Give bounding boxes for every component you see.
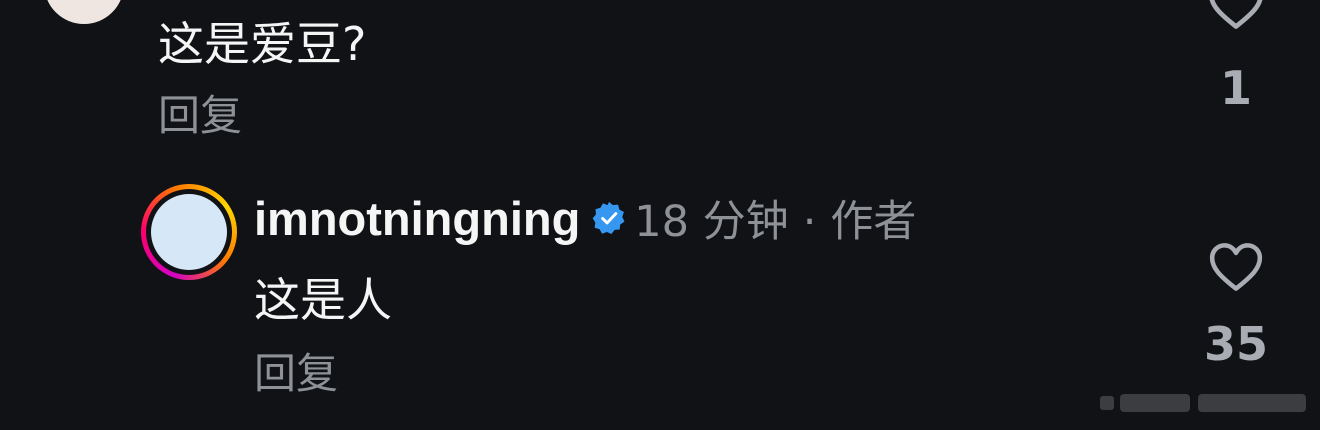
heart-outline-icon[interactable] xyxy=(1208,242,1264,292)
heart-outline-icon[interactable] xyxy=(1206,0,1266,30)
story-ring-avatar[interactable] xyxy=(141,184,237,280)
commenter-avatar[interactable] xyxy=(44,0,124,24)
meta-separator: · xyxy=(802,197,817,247)
like-count: 1 xyxy=(1219,61,1252,115)
like-count: 35 xyxy=(1203,317,1268,371)
comment-time: 18 分钟 xyxy=(634,197,789,247)
comment-text: 这是人 xyxy=(254,273,392,327)
reply-button[interactable]: 回复 xyxy=(158,88,242,144)
avatar xyxy=(151,194,227,270)
comment-header: imnotningning 18 分钟 · 作者 xyxy=(254,186,916,250)
avatar-ring-gap xyxy=(146,189,232,275)
username-link[interactable]: imnotningning xyxy=(254,191,580,246)
comment-meta: 18 分钟 · 作者 xyxy=(634,187,916,249)
comment-text: 这是爱豆? xyxy=(158,17,367,71)
comments-panel: 这是爱豆? 回复 1 imnotningning 18 分钟 · 作者 这是人 回复… xyxy=(0,0,1320,430)
verified-badge-icon xyxy=(592,201,626,235)
author-tag: 作者 xyxy=(830,197,917,247)
watermark-logo xyxy=(1100,386,1310,416)
reply-button[interactable]: 回复 xyxy=(254,346,338,402)
